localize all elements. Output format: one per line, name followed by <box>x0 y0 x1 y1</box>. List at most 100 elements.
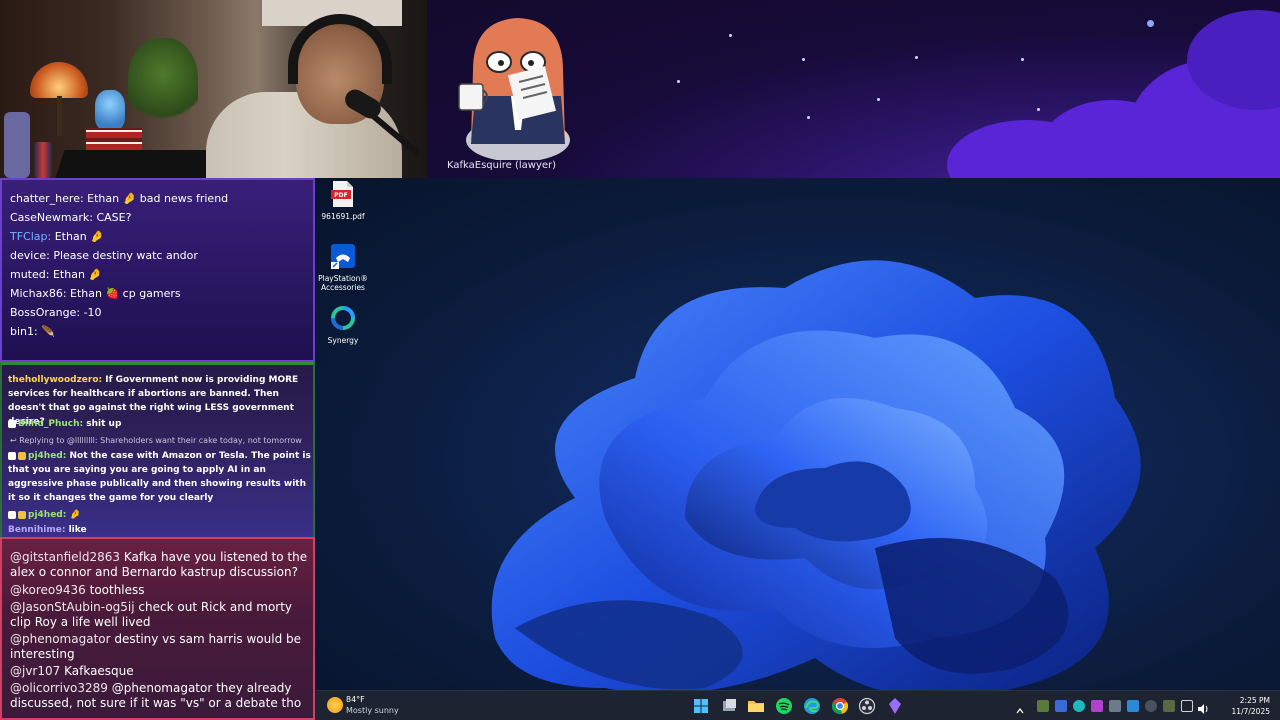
water-bottle <box>4 112 30 178</box>
taskbar-clock[interactable]: 2:25 PM 11/7/2025 <box>1232 695 1270 717</box>
tray-steam-icon[interactable] <box>1109 700 1121 712</box>
obs-button[interactable] <box>857 696 877 716</box>
folder-icon <box>748 701 764 712</box>
tray-app-icon[interactable] <box>1037 700 1049 712</box>
desktop-icon-label: PlayStation® Accessories <box>318 274 368 292</box>
desktop-icon-synergy[interactable]: Synergy <box>315 304 371 345</box>
star <box>877 98 880 101</box>
desktop-icon-pdf[interactable]: PDF 961691.pdf <box>315 180 371 221</box>
clock-date: 11/7/2025 <box>1231 707 1270 716</box>
weather-sun-icon <box>327 697 343 713</box>
taskbar: 84°F Mostly sunny 2:25 PM 11/7/2025 <box>315 690 1280 720</box>
wallpaper-bloom <box>491 260 1141 690</box>
synergy-icon <box>331 306 355 330</box>
chat-username[interactable]: muted: <box>10 268 49 281</box>
chat-username[interactable]: @gitstanfield2863 <box>10 550 120 564</box>
lawyer-mascot-icon <box>458 18 570 160</box>
star <box>677 80 680 83</box>
spotify-button[interactable] <box>774 696 794 716</box>
chat-username[interactable]: Michax86: <box>10 287 67 300</box>
tray-app-icon[interactable] <box>1091 700 1103 712</box>
webcam-feed <box>0 0 427 178</box>
chat-username[interactable]: @koreo9436 <box>10 583 86 597</box>
tray-app-icon[interactable] <box>1055 700 1067 712</box>
pdf-file-icon: PDF <box>331 181 353 207</box>
chat-message: @koreo9436 toothless <box>10 583 310 598</box>
chat-username[interactable]: Bennihime: <box>8 525 65 535</box>
chat-username[interactable]: CaseNewmark: <box>10 211 93 224</box>
chat-message: BossOrange: -10 <box>10 306 102 319</box>
obs-icon <box>858 697 876 715</box>
chat-panel-middle: thehollywoodzero: If Government now is p… <box>0 362 315 537</box>
chat-username[interactable]: chatter_here: <box>10 192 84 205</box>
reply-indicator: ↩ Replying to @lllllllll: Shareholders w… <box>10 436 302 445</box>
books <box>86 128 142 150</box>
desktop-icon-label: Synergy <box>327 336 359 345</box>
star <box>729 34 732 37</box>
chat-username[interactable]: pj4hed: <box>28 451 66 461</box>
chat-message: pj4hed: 🤌 <box>8 508 313 522</box>
playstation-accessories-icon <box>331 244 355 269</box>
chat-text: CASE? <box>92 211 132 224</box>
tray-app-icon[interactable] <box>1073 700 1085 712</box>
chat-username[interactable]: device: <box>10 249 50 262</box>
chrome-icon <box>831 698 849 715</box>
chat-message: chatter_here: Ethan 🤌 bad news friend <box>10 192 228 205</box>
windows-logo-icon <box>694 699 708 713</box>
chat-message: bin1: 🪶 <box>10 325 55 338</box>
chat-message: @jvr107 Kafkaesque <box>10 664 310 679</box>
chat-username[interactable]: BossOrange: <box>10 306 80 319</box>
network-icon[interactable] <box>1181 700 1193 712</box>
star <box>802 58 805 61</box>
app-button[interactable] <box>885 696 905 716</box>
tray-app-icon[interactable] <box>1163 700 1175 712</box>
chat-message: @JasonStAubin-og5ij check out Rick and m… <box>10 600 310 630</box>
figurine <box>95 90 125 130</box>
desktop-icon-playstation[interactable]: PlayStation® Accessories <box>315 242 371 292</box>
chat-username[interactable]: Blind_Phuch: <box>18 419 83 429</box>
chat-text: 🪶 <box>37 325 55 338</box>
chat-text: Ethan 🤌 <box>49 268 103 281</box>
start-button[interactable] <box>691 696 711 716</box>
tray-app-icon[interactable] <box>1127 700 1139 712</box>
chat-text: Ethan 🤌 bad news friend <box>83 192 229 205</box>
star <box>1147 20 1154 27</box>
chat-username[interactable]: thehollywoodzero: <box>8 375 102 385</box>
stream-screen: KafkaEsquire (lawyer) chatter_here: Etha… <box>0 0 1280 720</box>
chrome-button[interactable] <box>830 696 850 716</box>
chat-username[interactable]: pj4hed: <box>28 510 66 520</box>
file-explorer-button[interactable] <box>746 696 766 716</box>
chat-message: Bennihime: like <box>8 523 313 537</box>
stream-banner: KafkaEsquire (lawyer) <box>427 0 1280 178</box>
windows-desktop[interactable]: PDF 961691.pdf PlayStation® Accessories … <box>315 178 1280 690</box>
plant <box>128 38 198 128</box>
tray-app-icon[interactable] <box>1145 700 1157 712</box>
chat-message: Blind_Phuch: shit up <box>8 417 313 431</box>
chat-message: muted: Ethan 🤌 <box>10 268 102 281</box>
chat-message: @gitstanfield2863 Kafka have you listene… <box>10 550 310 580</box>
chat-text: like <box>65 525 87 535</box>
star <box>1021 58 1024 61</box>
lamp-stem <box>57 96 62 136</box>
task-view-button[interactable] <box>719 696 739 716</box>
chat-username[interactable]: @phenomagator <box>10 632 111 646</box>
tray-chevron-up-icon[interactable] <box>1015 701 1025 714</box>
chat-username[interactable]: TFClap: <box>10 230 51 243</box>
chat-username[interactable]: bin1: <box>10 325 38 338</box>
weather-temp: 84°F <box>346 695 365 704</box>
lamp <box>30 62 88 98</box>
chat-username[interactable]: @jvr107 <box>10 664 60 678</box>
star <box>807 116 810 119</box>
star <box>1037 108 1040 111</box>
chat-message: @olicorrivo3289 @phenomagator they alrea… <box>10 681 310 711</box>
chat-text: shit up <box>83 419 122 429</box>
drink-can <box>34 142 52 178</box>
edge-button[interactable] <box>802 696 822 716</box>
badge-icon <box>8 510 16 519</box>
volume-icon[interactable] <box>1197 700 1209 714</box>
chat-username[interactable]: @JasonStAubin-og5ij <box>10 600 135 614</box>
purple-app-icon <box>889 698 901 714</box>
svg-text:PDF: PDF <box>334 192 347 199</box>
chat-username[interactable]: @olicorrivo3289 <box>10 681 108 695</box>
chat-message: device: Please destiny watc andor <box>10 249 198 262</box>
